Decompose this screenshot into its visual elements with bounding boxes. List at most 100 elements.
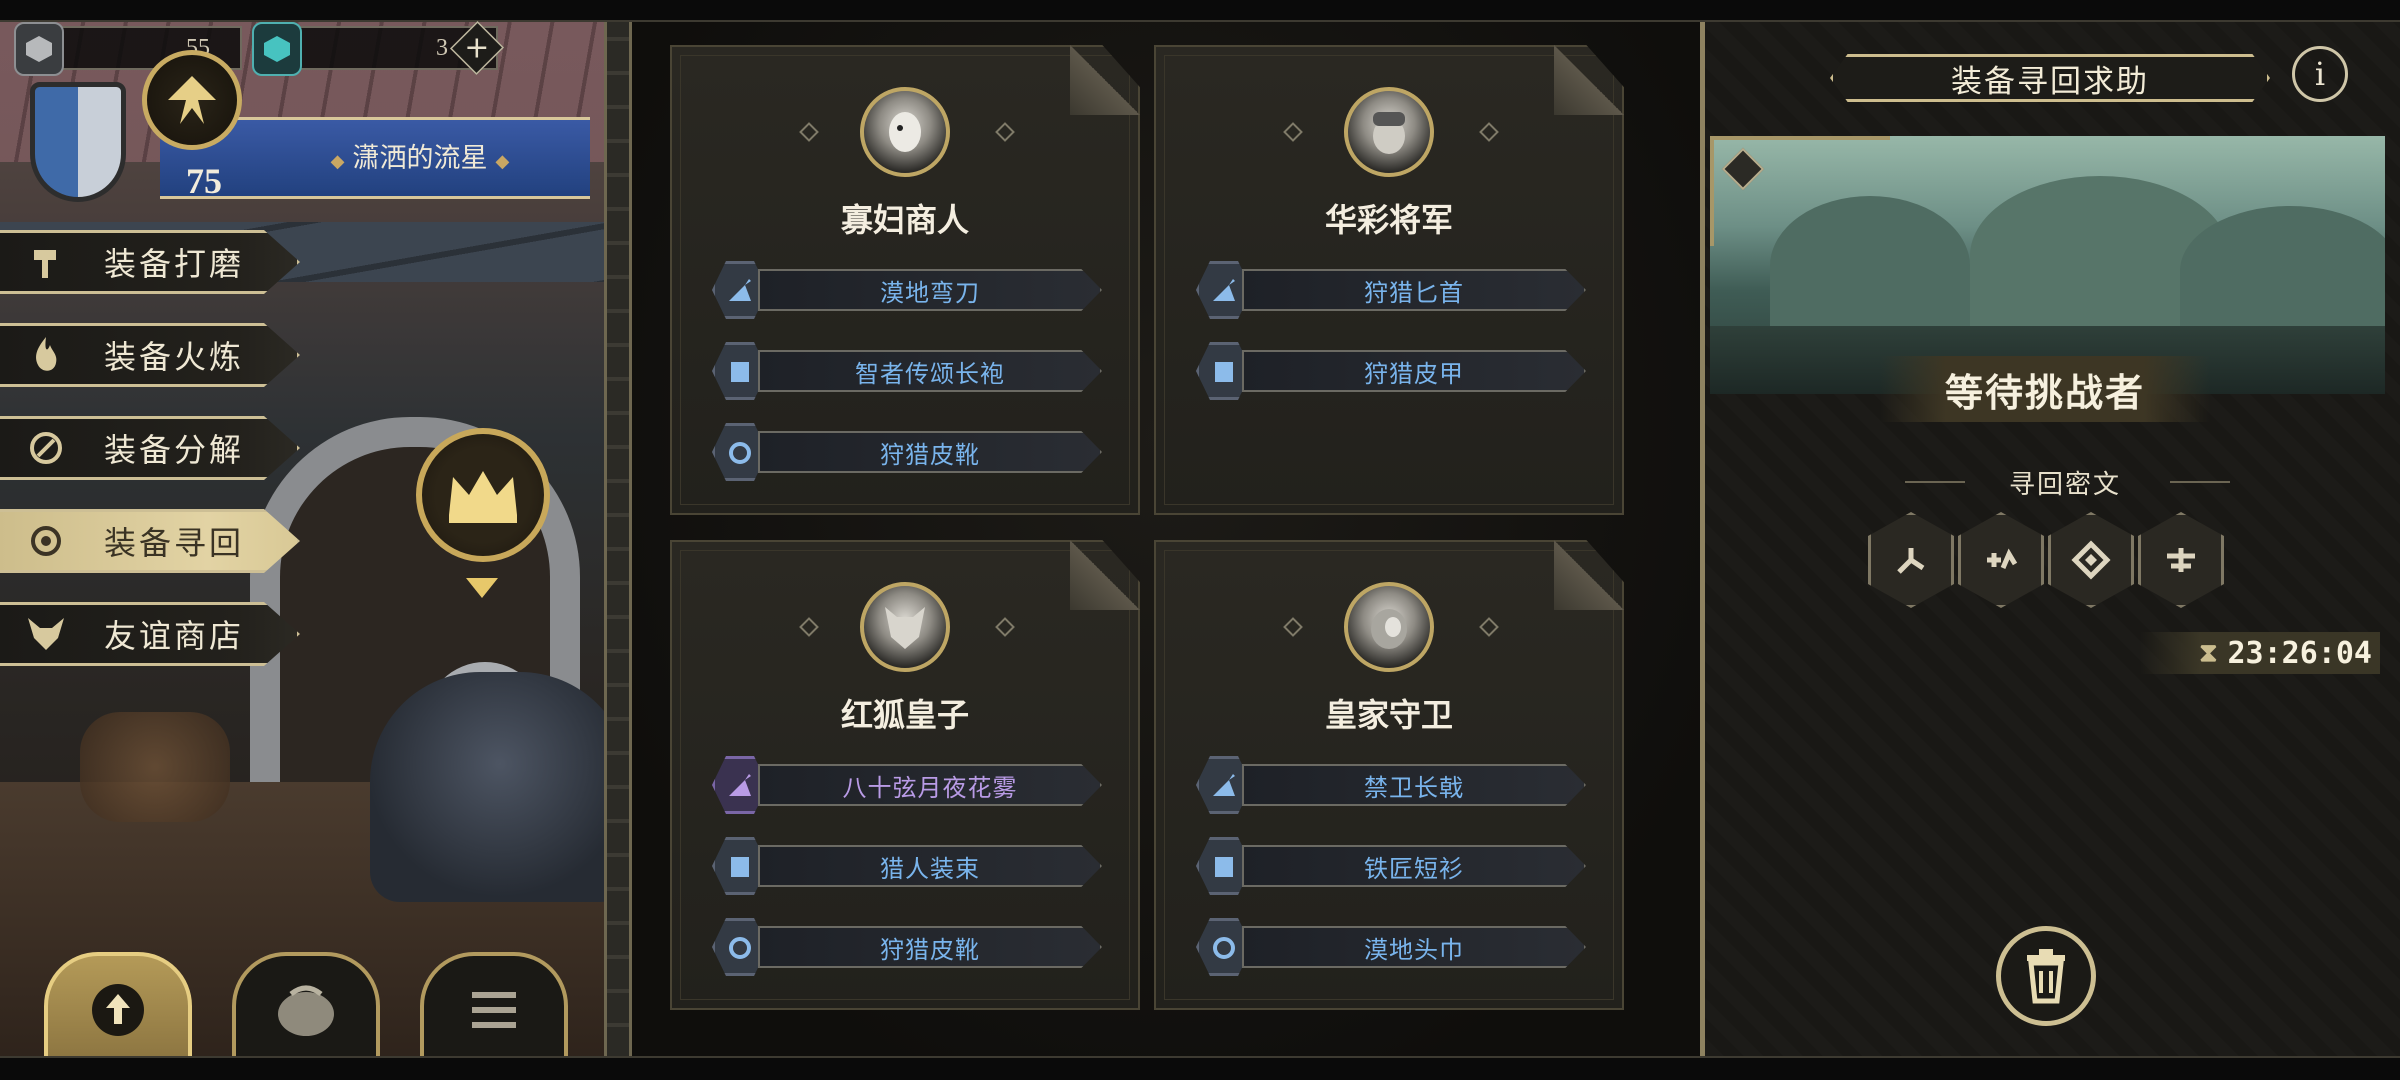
diamond-icon bbox=[1283, 122, 1303, 142]
equipment-name: 狩猎匕首 bbox=[1242, 269, 1586, 311]
menu-label: 装备寻回 bbox=[104, 524, 245, 562]
equipment-row[interactable]: 漠地弯刀 bbox=[712, 261, 1102, 319]
gem-teal-icon bbox=[252, 22, 302, 76]
upload-button[interactable] bbox=[44, 952, 192, 1064]
guild-shield-icon[interactable] bbox=[30, 82, 126, 202]
top-border bbox=[0, 0, 2400, 22]
equipment-name: 狩猎皮靴 bbox=[758, 431, 1102, 473]
diamond-icon bbox=[1283, 617, 1303, 637]
equipment-name: 猎人装束 bbox=[758, 845, 1102, 887]
menu-disassemble[interactable]: 装备分解 bbox=[0, 416, 300, 480]
hammer-icon bbox=[24, 240, 68, 284]
fox-icon bbox=[24, 612, 68, 656]
merchant-portrait-avatar bbox=[1344, 582, 1434, 672]
merchant-name: 寡妇商人 bbox=[840, 201, 969, 239]
diamond-icon bbox=[1479, 122, 1499, 142]
list-icon bbox=[472, 992, 516, 1028]
bag-button[interactable] bbox=[232, 952, 380, 1064]
merchant-card[interactable]: 红狐皇子 八十弦月夜花雾 猎人装束 狩猎皮靴 bbox=[670, 540, 1140, 1010]
merchant-card[interactable]: 寡妇商人 漠地弯刀 智者传颂长袍 狩猎皮靴 bbox=[670, 45, 1140, 515]
merchant-card[interactable]: 皇家守卫 禁卫长戟 铁匠短衫 漠地头巾 bbox=[1154, 540, 1624, 1010]
rune-glyph-icon bbox=[1987, 548, 2018, 569]
menu-label: 装备打磨 bbox=[104, 245, 245, 283]
equipment-row[interactable]: 狩猎皮靴 bbox=[712, 918, 1102, 976]
equipment-name: 禁卫长戟 bbox=[1242, 764, 1586, 806]
panel-title: 装备寻回求助 bbox=[1830, 54, 2270, 102]
list-button[interactable] bbox=[420, 952, 568, 1064]
menu-forge[interactable]: 装备火炼 bbox=[0, 323, 300, 387]
equipment-row[interactable]: 禁卫长戟 bbox=[1196, 756, 1586, 814]
barrels bbox=[80, 712, 230, 822]
waiting-status: 等待挑战者 bbox=[1880, 356, 2210, 422]
trash-icon bbox=[2027, 949, 2065, 1004]
diamond-icon bbox=[799, 617, 819, 637]
equipment-name: 八十弦月夜花雾 bbox=[758, 764, 1102, 806]
hourglass-icon: ⧗ bbox=[2199, 637, 2218, 668]
menu-label: 友谊商店 bbox=[104, 617, 245, 655]
info-button[interactable]: i bbox=[2292, 46, 2348, 102]
equipment-name: 铁匠短衫 bbox=[1242, 845, 1586, 887]
rune-glyph-icon bbox=[2167, 548, 2195, 572]
crown-button[interactable] bbox=[416, 428, 550, 562]
merchant-name: 华彩将军 bbox=[1324, 201, 1453, 239]
equipment-name: 狩猎皮靴 bbox=[758, 926, 1102, 968]
player-title-text: 潇洒的流星 bbox=[352, 143, 488, 174]
equipment-row[interactable]: 狩猎匕首 bbox=[1196, 261, 1586, 319]
menu-polish[interactable]: 装备打磨 bbox=[0, 230, 300, 294]
merchant-portrait-avatar bbox=[1344, 87, 1434, 177]
panel-title-text: 装备寻回求助 bbox=[1951, 63, 2149, 100]
gem-grey-icon bbox=[14, 22, 64, 76]
diamond-icon bbox=[1479, 617, 1499, 637]
equipment-name: 漠地弯刀 bbox=[758, 269, 1102, 311]
merchant-portrait-avatar bbox=[860, 582, 950, 672]
diamond-icon bbox=[995, 122, 1015, 142]
ram-merchant-character[interactable] bbox=[370, 672, 612, 902]
chevron-down-icon bbox=[466, 578, 498, 598]
panel-divider bbox=[604, 22, 632, 1057]
delete-button[interactable] bbox=[1996, 926, 2096, 1026]
bag-icon bbox=[278, 985, 334, 1036]
equipment-name: 智者传颂长袍 bbox=[758, 350, 1102, 392]
countdown-timer: ⧗ 23:26:04 bbox=[2140, 632, 2380, 674]
crown-icon bbox=[449, 471, 517, 523]
resource-bar-2: 3 + bbox=[252, 20, 505, 76]
merchant-portrait-avatar bbox=[860, 87, 950, 177]
ornament-left-icon: ◆ bbox=[330, 151, 345, 172]
menu-recover[interactable]: 装备寻回 bbox=[0, 509, 300, 573]
bottom-border bbox=[0, 1056, 2400, 1080]
menu-friend-shop[interactable]: 友谊商店 bbox=[0, 602, 300, 666]
menu-label: 装备分解 bbox=[104, 431, 245, 469]
timer-value: 23:26:04 bbox=[2227, 635, 2373, 671]
diamond-icon bbox=[799, 122, 819, 142]
equipment-row[interactable]: 狩猎皮甲 bbox=[1196, 342, 1586, 400]
player-level: 75 bbox=[186, 161, 222, 201]
info-icon: i bbox=[2314, 55, 2326, 93]
merchant-card[interactable]: 华彩将军 狩猎匕首 狩猎皮甲 bbox=[1154, 45, 1624, 515]
ruin-silhouette bbox=[2180, 206, 2385, 336]
resource-2-value: 3 bbox=[436, 34, 448, 61]
plus-icon: + bbox=[464, 30, 490, 66]
disassemble-icon bbox=[24, 426, 68, 470]
diamond-icon bbox=[995, 617, 1015, 637]
rune-glyph-icon bbox=[2071, 540, 2111, 580]
equipment-row[interactable]: 八十弦月夜花雾 bbox=[712, 756, 1102, 814]
rank-medal-icon[interactable] bbox=[142, 50, 242, 150]
equipment-row[interactable]: 猎人装束 bbox=[712, 837, 1102, 895]
menu-label: 装备火炼 bbox=[104, 338, 245, 376]
upload-icon bbox=[92, 984, 144, 1036]
equipment-row[interactable]: 铁匠短衫 bbox=[1196, 837, 1586, 895]
equipment-row[interactable]: 漠地头巾 bbox=[1196, 918, 1586, 976]
equipment-name: 狩猎皮甲 bbox=[1242, 350, 1586, 392]
merchant-name: 皇家守卫 bbox=[1324, 696, 1453, 734]
merchant-name: 红狐皇子 bbox=[840, 696, 969, 734]
card-corner-fold bbox=[1554, 45, 1624, 115]
player-title: ◆ 潇洒的流星 ◆ bbox=[300, 136, 540, 175]
equipment-row[interactable]: 智者传颂长袍 bbox=[712, 342, 1102, 400]
card-corner-fold bbox=[1070, 45, 1140, 115]
rune-glyph-icon bbox=[1897, 548, 1925, 574]
flame-icon bbox=[24, 333, 68, 377]
add-resource-button[interactable]: + bbox=[449, 20, 505, 76]
card-corner-fold bbox=[1070, 540, 1140, 610]
equipment-row[interactable]: 狩猎皮靴 bbox=[712, 423, 1102, 481]
equipment-name: 漠地头巾 bbox=[1242, 926, 1586, 968]
